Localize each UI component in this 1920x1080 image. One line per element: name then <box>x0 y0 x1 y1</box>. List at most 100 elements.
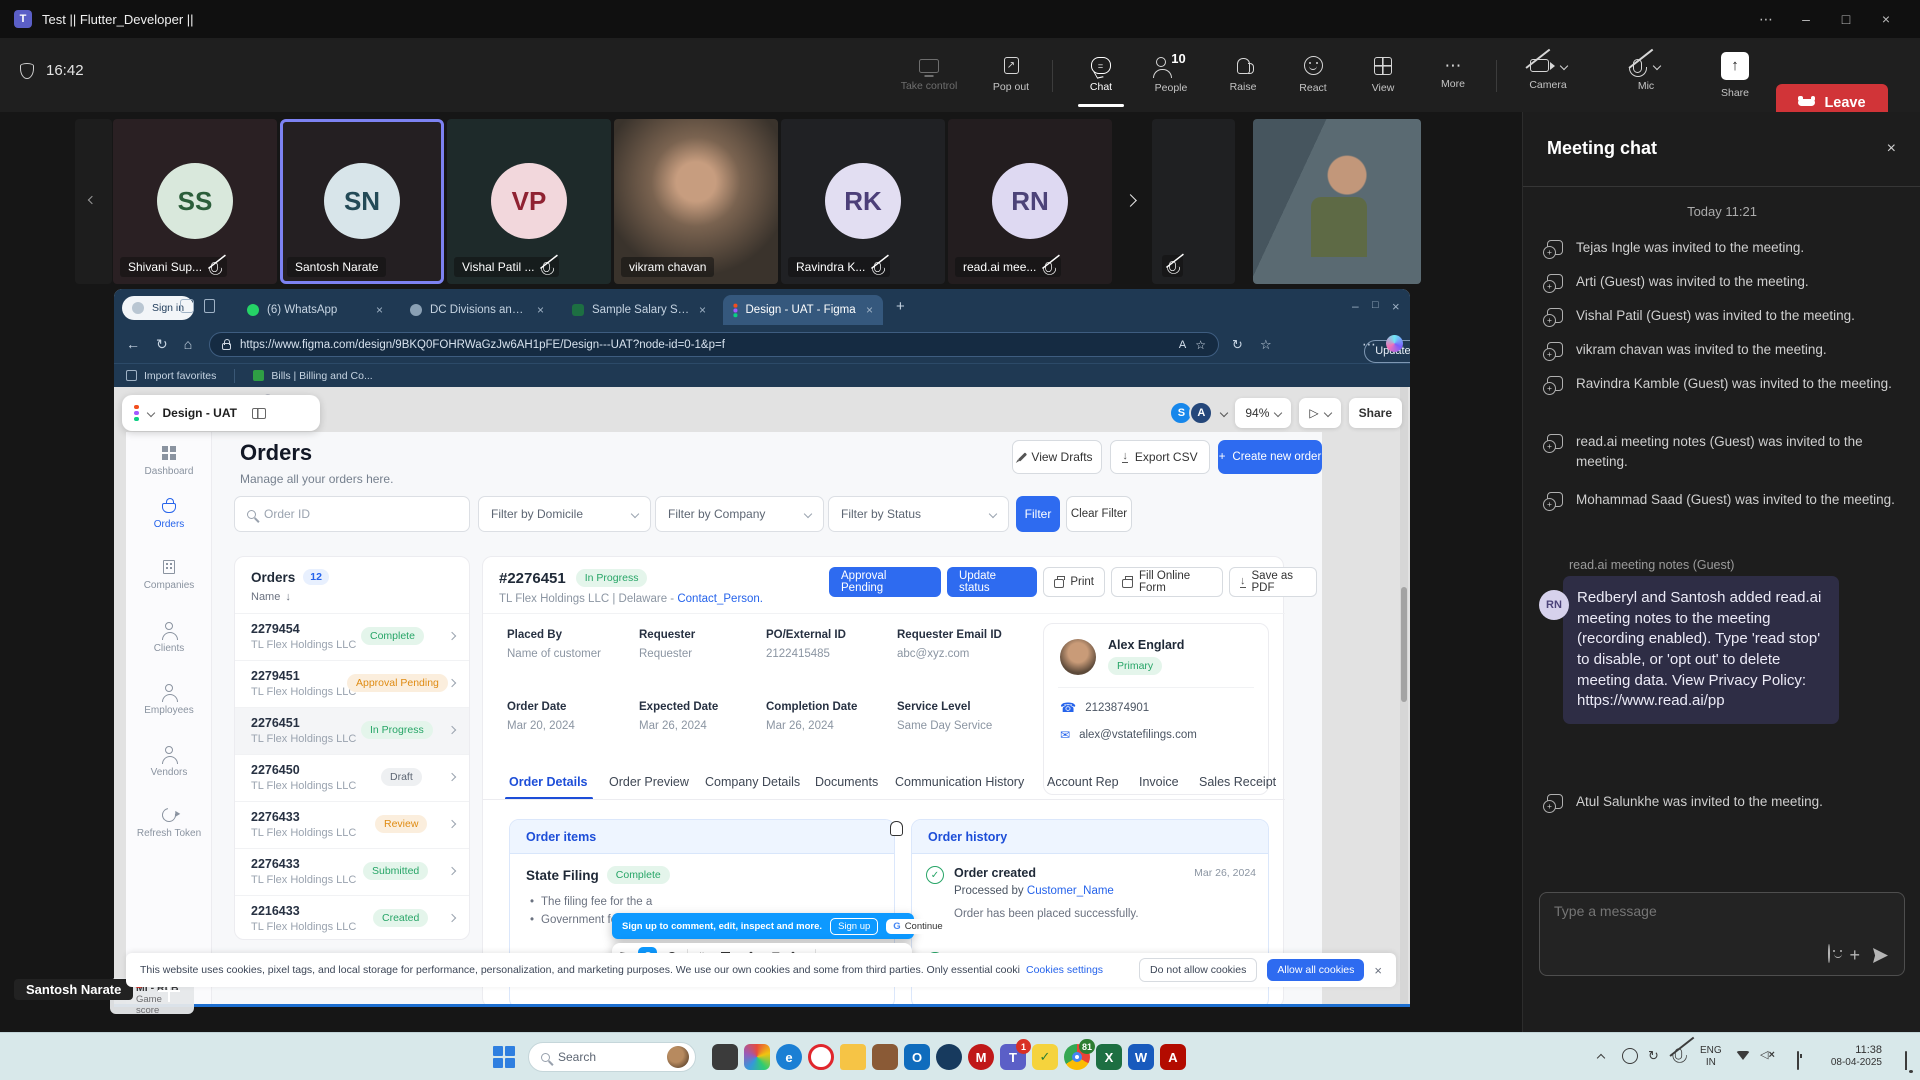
order-row[interactable]: 2276450 TL Flex Holdings LLC Draft <box>235 754 469 801</box>
browser-tab-search-icon[interactable] <box>204 299 215 313</box>
taskbar-file-explorer-icon[interactable] <box>840 1044 866 1070</box>
window-close-icon[interactable]: × <box>1866 0 1906 38</box>
taskbar-notes-icon[interactable]: ✓ <box>1032 1044 1058 1070</box>
tab-order-preview[interactable]: Order Preview <box>609 775 689 789</box>
new-tab-icon[interactable]: + <box>896 298 905 315</box>
sidebar-item-companies[interactable]: Companies <box>126 560 212 591</box>
emoji-icon[interactable] <box>1828 944 1830 963</box>
taskbar-photos-icon[interactable] <box>744 1044 770 1070</box>
chat-button[interactable]: = Chat <box>1068 46 1134 104</box>
video-tile[interactable]: SS Shivani Sup... <box>113 119 277 284</box>
attach-plus-icon[interactable]: + <box>1849 945 1860 966</box>
tray-expand-icon[interactable] <box>1597 1054 1605 1062</box>
tray-sync-icon[interactable]: ↻ <box>1648 1048 1659 1064</box>
start-button[interactable] <box>493 1046 515 1068</box>
filter-company-dropdown[interactable]: Filter by Company <box>655 496 824 532</box>
browser-tab[interactable]: (6) WhatsApp× <box>237 295 393 325</box>
sidebar-item-employees[interactable]: Employees <box>126 684 212 716</box>
sidebar-item-orders[interactable]: Orders <box>126 498 212 530</box>
more-button[interactable]: ⋯ More <box>1420 46 1486 104</box>
tab-communication-history[interactable]: Communication History <box>895 775 1024 789</box>
contact-person-link[interactable]: Contact_Person. <box>677 593 763 605</box>
zoom-control[interactable]: 94% <box>1235 398 1291 428</box>
video-tile[interactable]: RN read.ai mee... <box>948 119 1112 284</box>
scrollbar-thumb[interactable] <box>1401 587 1407 702</box>
browser-tab[interactable]: Sample Salary Structure with calc× <box>562 295 716 325</box>
browser-minimize-icon[interactable]: – <box>1352 299 1359 313</box>
tab-account-rep[interactable]: Account Rep <box>1047 775 1119 789</box>
chat-input-box[interactable]: + <box>1539 892 1905 976</box>
taskbar-package-app-icon[interactable] <box>872 1044 898 1070</box>
read-aloud-icon[interactable]: A <box>1179 339 1186 351</box>
favorite-star-icon[interactable]: ☆ <box>1195 338 1206 352</box>
taskbar-app-window-icon[interactable] <box>712 1044 738 1070</box>
export-csv-button[interactable]: ↓ Export CSV <box>1110 440 1210 474</box>
video-tile-camera-on[interactable] <box>1253 119 1421 284</box>
back-icon[interactable]: ← <box>126 336 140 352</box>
tab-close-icon[interactable]: × <box>699 303 706 317</box>
browser-close-icon[interactable]: × <box>1392 299 1400 314</box>
video-tile-partial[interactable] <box>1152 119 1235 284</box>
window-more-icon[interactable]: ⋯ <box>1746 0 1786 38</box>
chat-close-icon[interactable]: × <box>1887 140 1896 158</box>
home-icon[interactable]: ⌂ <box>184 336 192 352</box>
video-tile-active-speaker[interactable]: SN Santosh Narate <box>280 119 444 284</box>
taskbar-search[interactable]: Search <box>528 1042 696 1072</box>
figma-menu-chevron-icon[interactable] <box>146 409 154 417</box>
chat-message-bubble[interactable]: Redberyl and Santosh added read.ai meeti… <box>1563 576 1839 724</box>
tab-close-icon[interactable]: × <box>537 303 544 317</box>
people-button[interactable]: 10 People <box>1138 46 1204 104</box>
allow-cookies-button[interactable]: Allow all cookies <box>1267 959 1364 981</box>
history-link[interactable]: Customer_Name <box>1027 885 1114 897</box>
deny-cookies-button[interactable]: Do not allow cookies <box>1139 958 1257 982</box>
view-drafts-button[interactable]: View Drafts <box>1012 440 1102 474</box>
create-new-order-button[interactable]: + Create new order <box>1218 440 1322 474</box>
order-row[interactable]: 2279451 TL Flex Holdings LLC Approval Pe… <box>235 660 469 707</box>
fill-online-form-button[interactable]: Fill Online Form <box>1111 567 1223 597</box>
scrollbar-track[interactable] <box>1400 387 1408 1007</box>
contact-email[interactable]: alex@vstatefilings.com <box>1079 729 1197 741</box>
taskbar-excel-icon[interactable]: X <box>1096 1044 1122 1070</box>
tiles-scroll-right-icon[interactable] <box>1124 194 1137 207</box>
browser-tab-active[interactable]: Design - UAT - Figma× <box>723 295 883 325</box>
cookie-close-icon[interactable]: × <box>1374 963 1382 978</box>
sidebar-item-refresh-token[interactable]: Refresh Token <box>126 808 212 839</box>
raise-hand-button[interactable]: Raise <box>1210 46 1276 104</box>
video-tile-camera-on[interactable]: vikram chavan <box>614 119 778 284</box>
mic-chevron-down-icon[interactable] <box>1652 61 1660 69</box>
approval-pending-button[interactable]: Approval Pending <box>829 567 941 597</box>
window-maximize-icon[interactable]: □ <box>1826 0 1866 38</box>
contact-phone[interactable]: 2123874901 <box>1085 702 1149 714</box>
react-button[interactable]: React <box>1280 46 1346 104</box>
taskbar-word-icon[interactable]: W <box>1128 1044 1154 1070</box>
copilot-icon[interactable] <box>1386 335 1403 352</box>
refresh-sync-icon[interactable]: ↻ <box>1232 337 1243 353</box>
signup-button[interactable]: Sign up <box>830 918 878 935</box>
volume-muted-icon[interactable]: ◁× <box>1760 1048 1775 1061</box>
camera-chevron-down-icon[interactable] <box>1559 61 1567 69</box>
tiles-scroll-left[interactable] <box>75 119 112 284</box>
filter-button[interactable]: Filter <box>1016 496 1060 532</box>
collaborator-avatar[interactable]: A <box>1189 401 1213 425</box>
order-row[interactable]: 2276433 TL Flex Holdings LLC Submitted <box>235 848 469 895</box>
battery-icon[interactable] <box>1797 1051 1799 1070</box>
figma-file-pill[interactable]: Design - UAT <box>122 395 320 431</box>
taskbar-mcafee-icon[interactable]: M <box>968 1044 994 1070</box>
tray-app-icon[interactable] <box>1622 1048 1638 1064</box>
sort-label[interactable]: Name <box>251 591 280 603</box>
clock[interactable]: 11:38 08-04-2025 <box>1816 1044 1882 1068</box>
reload-icon[interactable]: ↻ <box>156 336 168 353</box>
google-continue-button[interactable]: G Continue <box>886 919 949 934</box>
order-id-search[interactable] <box>234 496 470 532</box>
shared-screen-browser[interactable]: Sign in (6) WhatsApp× DC Divisions and S… <box>114 289 1410 1007</box>
collaborators-chevron-icon[interactable] <box>1220 409 1228 417</box>
tab-close-icon[interactable]: × <box>376 303 383 317</box>
window-minimize-icon[interactable]: – <box>1786 0 1826 38</box>
filter-domicile-dropdown[interactable]: Filter by Domicile <box>478 496 651 532</box>
send-icon[interactable] <box>1873 948 1888 963</box>
taskbar-app-icon[interactable] <box>936 1044 962 1070</box>
sidebar-item-dashboard[interactable]: Dashboard <box>126 446 212 477</box>
pop-out-button[interactable]: ↗ Pop out <box>978 46 1044 104</box>
cookie-settings-link[interactable]: Cookies settings <box>1026 964 1103 976</box>
update-status-button[interactable]: Update status <box>947 567 1037 597</box>
